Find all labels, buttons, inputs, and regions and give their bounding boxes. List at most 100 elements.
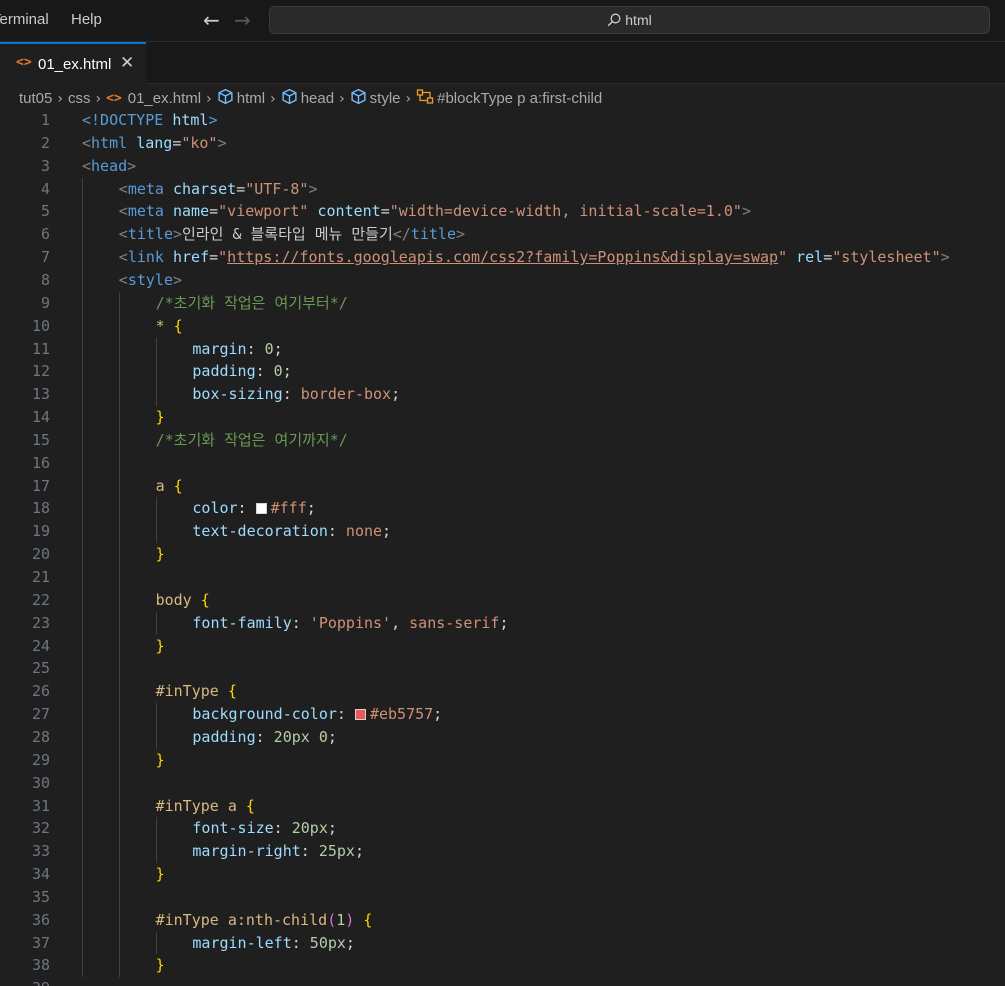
line-number: 12 [31, 362, 50, 381]
line-number: 22 [31, 590, 50, 609]
tab-01-ex-html[interactable]: <> 01_ex.html ✕ [0, 42, 146, 84]
code-token: border-box [300, 385, 392, 404]
code-token: ; [433, 705, 443, 724]
color-swatch[interactable] [354, 709, 366, 721]
code-line: 10 * { [0, 315, 1005, 338]
breadcrumb-item-file[interactable]: 01_ex.html [128, 90, 201, 107]
breadcrumb-item-style[interactable]: style [370, 90, 401, 107]
forward-arrow-icon[interactable]: → [234, 8, 251, 32]
code-token: ) [345, 910, 355, 929]
code-token: > [127, 156, 137, 175]
code-token: 'Poppins' [309, 613, 392, 632]
code-line: 25 [0, 657, 1005, 680]
code-line: 38} [0, 954, 1005, 977]
code-token: #inType a [155, 796, 237, 815]
line-number: 17 [31, 476, 50, 495]
command-center-search[interactable]: html [269, 6, 990, 34]
code-line: 33 margin-right: 25px; [0, 840, 1005, 863]
code-token: } [155, 408, 165, 427]
menu-terminal[interactable]: Terminal [0, 11, 49, 28]
line-number: 11 [31, 339, 50, 358]
code-token: html [172, 111, 209, 129]
code-token: { [200, 590, 210, 609]
breadcrumb-item-html[interactable]: html [237, 90, 265, 107]
code-content: } [156, 863, 165, 886]
search-icon [607, 13, 621, 27]
code-token: 인라인 & 블록타입 메뉴 만들기 [182, 225, 393, 244]
code-token: < [118, 225, 128, 244]
code-content: <html lang="ko"> [82, 132, 227, 155]
code-token: "UTF-8" [245, 179, 309, 198]
code-token: style [127, 270, 173, 289]
line-number: 7 [40, 248, 50, 267]
line-number: 35 [31, 887, 50, 906]
indent-guide [155, 611, 157, 635]
code-token: margin [192, 339, 247, 358]
breadcrumb-item-css[interactable]: css [68, 90, 91, 107]
code-token: ; [327, 819, 337, 838]
code-content: text-decoration: none; [192, 520, 391, 543]
code-line: 13 box-sizing: border-box; [0, 383, 1005, 406]
menu-help[interactable]: Help [71, 11, 102, 28]
color-swatch[interactable] [255, 503, 267, 515]
code-token: "ko" [181, 133, 218, 152]
code-token: 0 [318, 727, 328, 746]
line-number: 20 [31, 545, 50, 564]
code-token: } [155, 865, 165, 884]
code-content: <head> [82, 155, 136, 178]
indent-guide [155, 703, 157, 749]
code-content: margin-left: 50px; [192, 932, 355, 955]
code-token: 0 [264, 339, 274, 358]
code-token: #fff [270, 499, 307, 518]
code-token: { [173, 316, 183, 335]
code-token: } [155, 956, 165, 975]
line-number: 1 [40, 111, 50, 129]
code-token: < [82, 156, 92, 175]
code-token: < [118, 202, 128, 221]
code-token: href [172, 248, 210, 267]
tab-label: 01_ex.html [38, 56, 112, 73]
line-number: 30 [31, 773, 50, 792]
breadcrumb-item-tut05[interactable]: tut05 [19, 90, 52, 107]
breadcrumb-item-head[interactable]: head [301, 90, 334, 107]
line-number: 39 [0, 977, 50, 986]
breadcrumb-item-selector[interactable]: #blockType p a:first-child [437, 90, 602, 107]
code-editor[interactable]: 1 <!DOCTYPE html> 2 <html lang="ko"> 3 <head>… [0, 109, 1005, 986]
code-token: " [218, 248, 228, 267]
indent-guide [155, 931, 157, 955]
code-line: 14} [0, 406, 1005, 429]
code-token: > [940, 248, 950, 267]
code-token: sans-serif [409, 613, 500, 632]
line-number: 27 [31, 705, 50, 724]
code-token: < [118, 248, 128, 267]
code-line: 22 body { [0, 589, 1005, 612]
code-content: font-size: 20px; [192, 817, 337, 840]
code-line: 26 #inType { [0, 680, 1005, 703]
selector-icon [416, 88, 434, 109]
line-number: 9 [40, 293, 50, 312]
line-number: 6 [40, 225, 50, 244]
code-token: = [172, 133, 182, 152]
line-number: 29 [31, 750, 50, 769]
code-token: > [308, 179, 318, 198]
code-token: 25px [318, 842, 355, 861]
code-line: 34} [0, 863, 1005, 886]
tab-bar: <> 01_ex.html ✕ [0, 42, 1005, 84]
code-token: https://fonts.googleapis.com/css2?family… [227, 248, 779, 267]
code-line: 15 /*초기화 작업은 여기까지*/ [0, 429, 1005, 452]
close-icon[interactable]: ✕ [120, 53, 134, 73]
search-text: html [625, 12, 652, 28]
code-content: a { [156, 475, 183, 498]
back-arrow-icon[interactable]: ← [203, 8, 220, 32]
code-token: font-size [192, 819, 274, 838]
code-token: > [741, 202, 751, 221]
code-token: { [363, 910, 373, 929]
line-number: 38 [31, 956, 50, 975]
line-number: 3 [40, 156, 50, 175]
code-content: * { [156, 315, 183, 338]
code-token: color [192, 499, 238, 518]
code-token: margin-left [192, 933, 292, 952]
